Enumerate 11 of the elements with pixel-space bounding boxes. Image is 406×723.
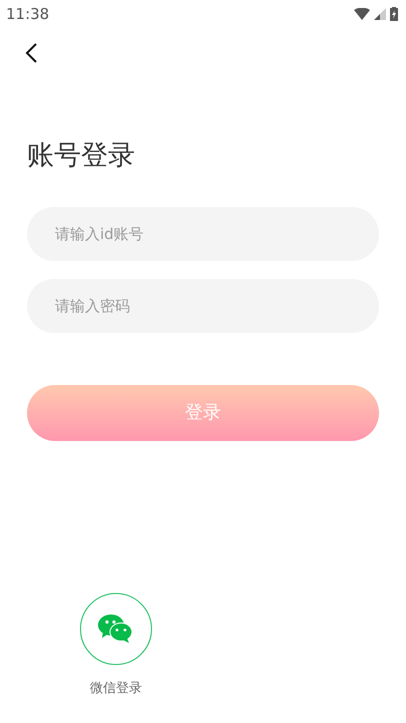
input-field[interactable]: 请输入密码 — [27, 278, 379, 332]
input-field[interactable]: 请输入id账号 — [27, 206, 379, 260]
page-title: 账号登录 — [27, 139, 136, 173]
wifi-icon — [354, 8, 370, 20]
login-button[interactable]: 登录 — [27, 384, 379, 440]
signal-icon — [374, 8, 386, 20]
wechat-login-button[interactable] — [80, 592, 152, 664]
battery-icon — [390, 7, 398, 21]
chat-bubbles-icon — [98, 614, 134, 644]
status-time: 11:38 — [6, 4, 50, 25]
wechat-login-label: 微信登录 — [90, 680, 142, 698]
